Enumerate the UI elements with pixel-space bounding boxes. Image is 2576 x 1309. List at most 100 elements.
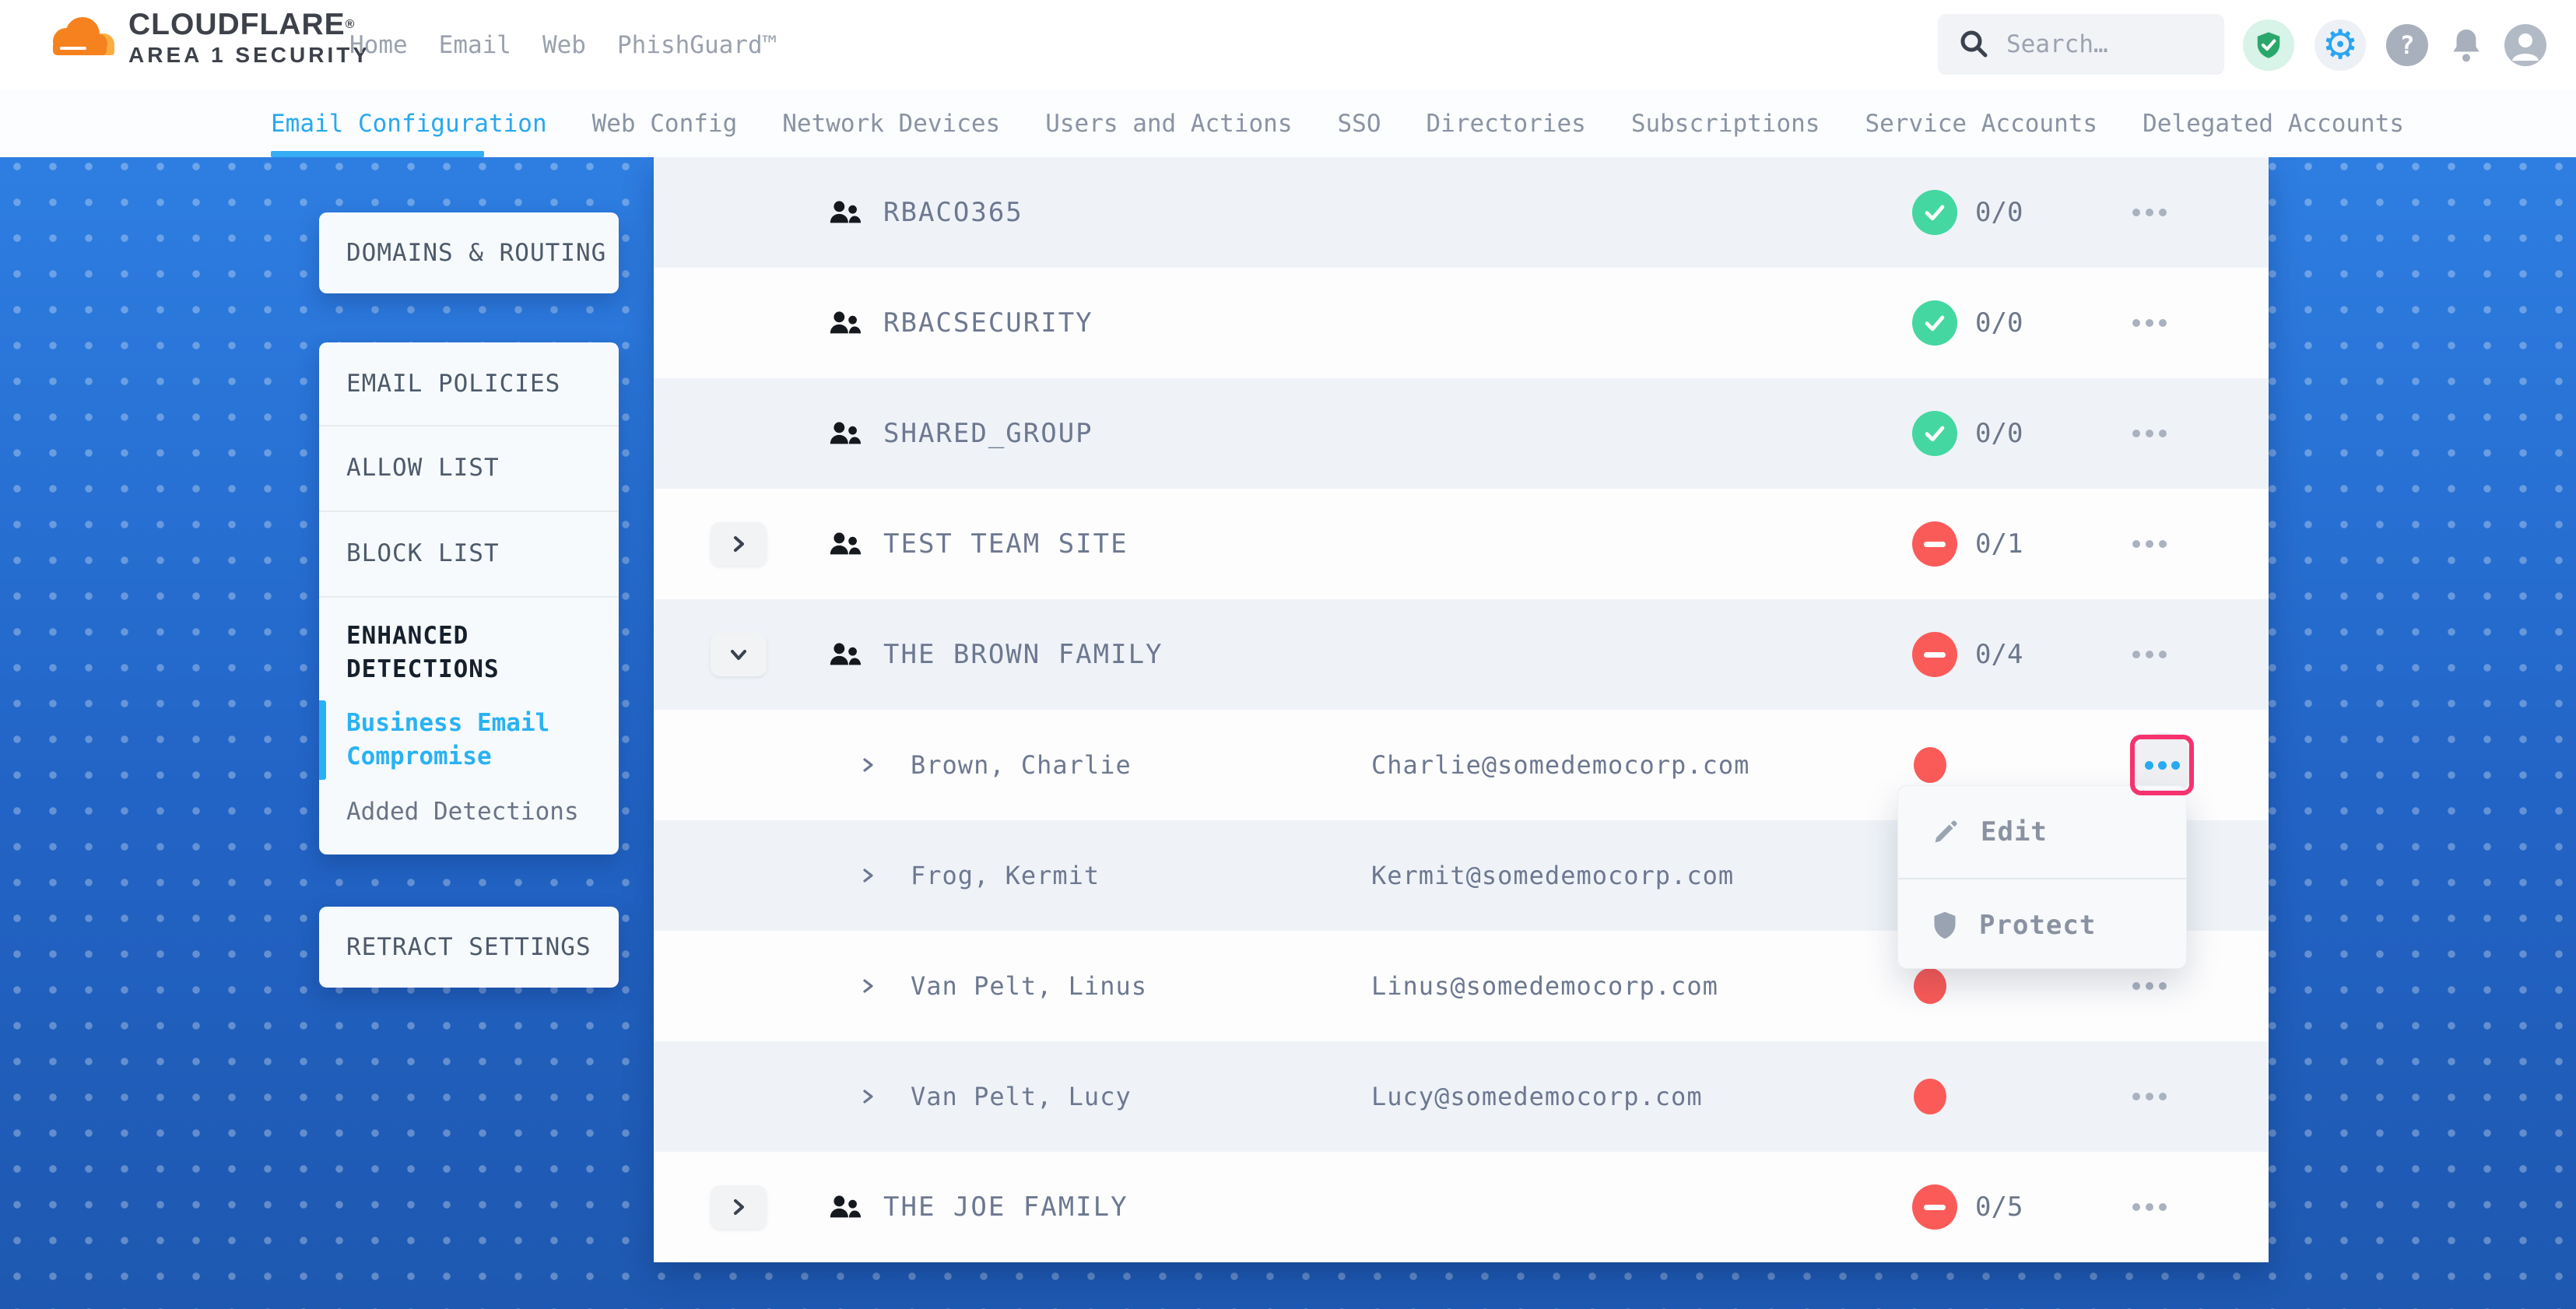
section-tab-bar: Email Configuration Web Config Network D… — [0, 89, 2576, 157]
unprotected-dot-icon — [1914, 747, 1946, 783]
unprotected-dot-icon — [1914, 968, 1946, 1004]
group-name: SHARED_GROUP — [883, 378, 1093, 489]
tab-users-and-actions[interactable]: Users and Actions — [1045, 110, 1292, 138]
help-icon[interactable]: ? — [2386, 24, 2428, 66]
bell-icon[interactable] — [2448, 26, 2484, 65]
row-actions-menu-button[interactable] — [2132, 378, 2167, 489]
protection-count: 0/1 — [1975, 489, 2023, 599]
sidebar-item-domains-routing[interactable]: DOMAINS & ROUTING — [319, 212, 619, 293]
group-name: RBACO365 — [883, 157, 1023, 268]
tab-web-config[interactable]: Web Config — [592, 110, 738, 138]
protection-count: 0/5 — [1975, 1152, 2023, 1262]
row-context-menu: Edit Protect — [1897, 785, 2187, 969]
tab-email-configuration[interactable]: Email Configuration — [271, 110, 547, 138]
protection-count: 0/0 — [1975, 378, 2023, 489]
row-actions-menu-button[interactable] — [2132, 599, 2167, 710]
table-row: THE JOE FAMILY 0/5 — [654, 1152, 2269, 1262]
tab-subscriptions[interactable]: Subscriptions — [1631, 110, 1820, 138]
nav-item-web[interactable]: Web — [542, 31, 586, 59]
status-unprotected-icon — [1912, 521, 1957, 567]
sidebar-card-policies: EMAIL POLICIES ALLOW LIST BLOCK LIST ENH… — [319, 342, 619, 855]
status-protected-icon — [1912, 190, 1957, 235]
status-unprotected-icon — [1912, 1184, 1957, 1230]
user-email: Charlie@somedemocorp.com — [1371, 710, 1750, 820]
user-name: Van Pelt, Lucy — [911, 1041, 1132, 1152]
shield-icon — [1931, 910, 1959, 941]
cloudflare-cloud-icon — [43, 13, 118, 63]
brand-tagline: AREA 1 SECURITY — [128, 42, 370, 68]
sidebar-item-enhanced-detections[interactable]: ENHANCED DETECTIONS — [346, 619, 580, 686]
sidebar-item-business-email-compromise[interactable]: Business Email Compromise — [346, 707, 580, 774]
tab-service-accounts[interactable]: Service Accounts — [1865, 110, 2097, 138]
table-row: TEST TEAM SITE 0/1 — [654, 489, 2269, 599]
sidebar-item-email-policies[interactable]: EMAIL POLICIES — [319, 342, 619, 425]
pencil-icon — [1931, 817, 1960, 847]
child-arrow-icon — [860, 710, 877, 820]
tab-delegated-accounts[interactable]: Delegated Accounts — [2143, 110, 2404, 138]
group-name: THE JOE FAMILY — [883, 1152, 1128, 1262]
shield-check-icon[interactable] — [2243, 19, 2294, 71]
sidebar-item-retract-settings[interactable]: RETRACT SETTINGS — [319, 907, 619, 988]
collapse-chevron-icon[interactable] — [711, 633, 767, 676]
user-name: Frog, Kermit — [911, 820, 1100, 931]
divider — [319, 596, 619, 598]
expand-chevron-icon[interactable] — [711, 522, 767, 566]
group-icon — [827, 489, 863, 599]
row-actions-menu-button[interactable] — [2132, 1152, 2167, 1262]
active-item-indicator — [319, 700, 326, 780]
expand-chevron-icon[interactable] — [711, 1185, 767, 1229]
protection-count: 0/4 — [1975, 599, 2023, 710]
table-row: Van Pelt, Lucy Lucy@somedemocorp.com — [654, 1041, 2269, 1152]
group-name: TEST TEAM SITE — [883, 489, 1128, 599]
table-row: SHARED_GROUP 0/0 — [654, 378, 2269, 489]
tab-directories[interactable]: Directories — [1427, 110, 1586, 138]
sidebar-item-block-list[interactable]: BLOCK LIST — [319, 512, 619, 595]
avatar-icon[interactable] — [2504, 24, 2546, 66]
user-email: Kermit@somedemocorp.com — [1371, 820, 1734, 931]
search-box[interactable] — [1938, 14, 2224, 75]
sidebar-item-allow-list[interactable]: ALLOW LIST — [319, 426, 619, 509]
top-icon-group: ⚙ ? — [2243, 0, 2546, 89]
tabs: Email Configuration Web Config Network D… — [271, 89, 2404, 157]
protection-count: 0/0 — [1975, 268, 2023, 378]
context-menu-item-protect[interactable]: Protect — [1898, 879, 2186, 971]
nav-item-email[interactable]: Email — [439, 31, 511, 59]
context-menu-item-edit[interactable]: Edit — [1898, 786, 2186, 878]
nav-item-home[interactable]: Home — [349, 31, 408, 59]
group-icon — [827, 378, 863, 489]
group-icon — [827, 1152, 863, 1262]
active-tab-underline — [271, 151, 484, 157]
tab-network-devices[interactable]: Network Devices — [782, 110, 1000, 138]
unprotected-dot-icon — [1914, 1079, 1946, 1114]
top-bar: CLOUDFLARE® AREA 1 SECURITY Home Email W… — [0, 0, 2576, 89]
table-row: THE BROWN FAMILY 0/4 — [654, 599, 2269, 710]
user-name: Brown, Charlie — [911, 710, 1132, 820]
nav-item-phishguard[interactable]: PhishGuard™ — [617, 31, 777, 59]
group-icon — [827, 268, 863, 378]
group-icon — [827, 599, 863, 710]
sidebar-card-domains-routing: DOMAINS & ROUTING — [319, 212, 619, 293]
status-protected-icon — [1912, 411, 1957, 456]
child-arrow-icon — [860, 931, 877, 1041]
search-input[interactable] — [2006, 30, 2201, 58]
table-row: RBACO365 0/0 — [654, 157, 2269, 268]
status-protected-icon — [1912, 300, 1957, 346]
tab-sso[interactable]: SSO — [1338, 110, 1381, 138]
area1-security-app: CLOUDFLARE® AREA 1 SECURITY Home Email W… — [0, 0, 2576, 1309]
protection-count: 0/0 — [1975, 157, 2023, 268]
groups-table-panel: RBACO365 0/0 RBACSECURITY 0/0 SHARED_G — [654, 157, 2269, 1262]
row-actions-menu-button[interactable] — [2132, 268, 2167, 378]
gear-icon[interactable]: ⚙ — [2315, 19, 2366, 71]
cloudflare-logo[interactable]: CLOUDFLARE® AREA 1 SECURITY — [43, 8, 370, 68]
sidebar-item-added-detections[interactable]: Added Detections — [346, 798, 595, 826]
table-row: RBACSECURITY 0/0 — [654, 268, 2269, 378]
child-arrow-icon — [860, 1041, 877, 1152]
user-email: Linus@somedemocorp.com — [1371, 931, 1718, 1041]
row-actions-menu-button[interactable] — [2132, 157, 2167, 268]
status-unprotected-icon — [1912, 632, 1957, 677]
row-actions-menu-button[interactable] — [2132, 489, 2167, 599]
group-name: THE BROWN FAMILY — [883, 599, 1163, 710]
child-arrow-icon — [860, 820, 877, 931]
sidebar-card-retract: RETRACT SETTINGS — [319, 907, 619, 988]
row-actions-menu-button[interactable] — [2132, 1041, 2167, 1152]
